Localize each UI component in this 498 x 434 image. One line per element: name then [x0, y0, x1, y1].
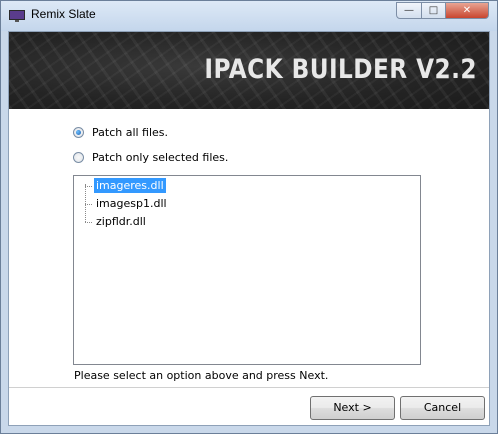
close-button[interactable]: ✕ — [445, 2, 489, 19]
tree-branch — [85, 186, 92, 187]
option-patch-selected-label[interactable]: Patch only selected files. — [92, 151, 228, 164]
maximize-button[interactable]: □ — [421, 2, 446, 19]
tree-branch — [85, 204, 92, 205]
next-button[interactable]: Next > — [310, 396, 395, 420]
tree-item-label[interactable]: imagesp1.dll — [94, 196, 169, 211]
minimize-button[interactable]: — — [396, 2, 422, 19]
radio-patch-all[interactable] — [73, 127, 84, 138]
installer-window: Remix Slate — □ ✕ IPACK BUILDER V2.2 Pat… — [0, 0, 498, 434]
option-patch-all-label[interactable]: Patch all files. — [92, 126, 168, 139]
banner-title: IPACK BUILDER V2.2 — [204, 54, 477, 85]
header-banner: IPACK BUILDER V2.2 — [9, 32, 489, 109]
title-bar[interactable]: Remix Slate — □ ✕ — [1, 1, 497, 31]
window-title: Remix Slate — [31, 7, 96, 21]
app-icon — [9, 10, 25, 22]
instruction-text: Please select an option above and press … — [74, 369, 329, 382]
tree-branch — [85, 222, 92, 223]
dialog-content: IPACK BUILDER V2.2 Patch all files. Patc… — [8, 31, 490, 426]
tree-item-label[interactable]: imageres.dll — [94, 178, 166, 193]
cancel-button[interactable]: Cancel — [400, 396, 485, 420]
file-tree[interactable]: imageres.dll imagesp1.dll zipfldr.dll — [73, 175, 421, 365]
tree-item-label[interactable]: zipfldr.dll — [94, 214, 148, 229]
tree-connector — [85, 184, 86, 222]
radio-patch-selected[interactable] — [73, 152, 84, 163]
footer-divider — [9, 387, 489, 388]
